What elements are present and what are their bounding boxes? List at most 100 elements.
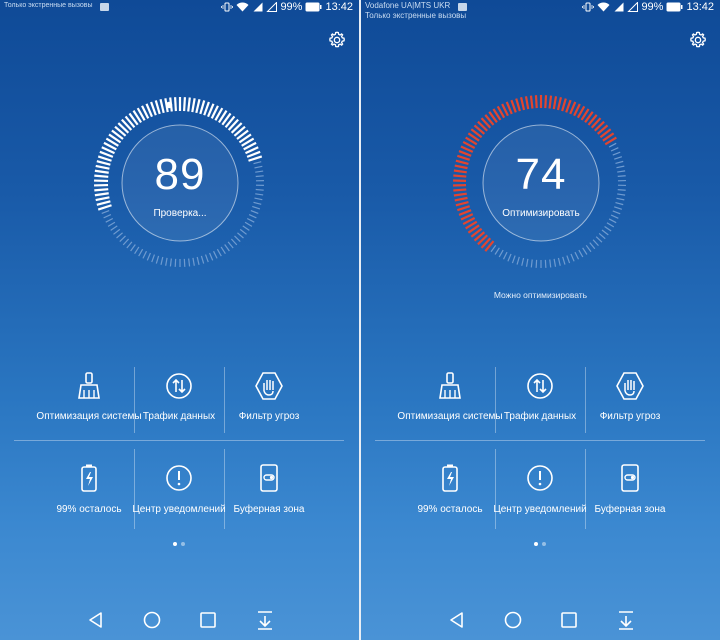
dial-tick: [113, 228, 121, 235]
vibrate-icon: [221, 2, 234, 12]
dial-tick: [122, 238, 130, 246]
page-dot[interactable]: [542, 542, 546, 546]
recents-button[interactable]: [557, 608, 581, 632]
dial-tick: [525, 258, 529, 267]
page-indicator: [173, 542, 185, 546]
score-dial[interactable]: 89 Проверка...: [85, 88, 275, 278]
dial-tick: [116, 232, 123, 239]
dial-tick: [203, 101, 210, 116]
dial-tick: [585, 244, 592, 253]
dial-tick: [188, 258, 191, 267]
dial-tick: [592, 239, 599, 247]
dial-tick: [589, 242, 596, 250]
phone-toggle-icon: [621, 464, 639, 492]
dial-tick: [212, 250, 218, 259]
recents-button[interactable]: [196, 608, 220, 632]
dial-tick: [615, 201, 624, 206]
back-triangle-icon: [450, 612, 463, 628]
dial-tick: [578, 249, 584, 258]
alert-circle-icon: [527, 465, 553, 491]
dial-tick: [200, 255, 205, 264]
page-dot[interactable]: [181, 542, 185, 546]
back-triangle-icon: [89, 612, 102, 628]
dial-tick: [598, 232, 606, 240]
dial-tick: [490, 244, 497, 253]
tools-grid: Оптимизация системы Трафик данных Фильтр…: [14, 367, 344, 539]
dial-tick: [230, 238, 238, 246]
dial-tick: [510, 99, 517, 113]
dial-tick: [548, 95, 553, 109]
battery-status-icon: [305, 2, 322, 12]
security-score: 74: [515, 150, 567, 199]
battery-icon: [442, 464, 458, 492]
dial-tick: [562, 256, 566, 265]
dial-tick: [608, 218, 617, 224]
dial-tick: [519, 97, 526, 111]
score-dial[interactable]: 74 Оптимизировать: [446, 88, 636, 278]
dial-tick: [556, 97, 563, 111]
status-bar: Только экстренные вызовы 99% 13:42: [0, 0, 359, 24]
battery-percent: 99%: [641, 1, 664, 13]
status-icons: 99% 13:42: [221, 1, 353, 13]
dial-tick: [511, 255, 516, 264]
dial-tick: [246, 217, 255, 223]
dial-tick: [107, 221, 116, 227]
dial-tick: [521, 257, 525, 266]
grid-divider: [224, 449, 225, 529]
security-score: 89: [154, 150, 206, 199]
dial-tick: [155, 255, 160, 264]
grid-divider: [134, 449, 135, 529]
notification-shade-button[interactable]: [614, 608, 638, 632]
tile-buffer-zone[interactable]: Буферная зона: [575, 367, 685, 515]
phone-screen-scanning: Только экстренные вызовы 99% 13:42 89 Пр…: [0, 0, 359, 640]
dial-tick: [530, 259, 533, 268]
phone-toggle-icon: [260, 464, 278, 492]
dial-tick: [244, 221, 253, 227]
clock: 13:42: [686, 1, 714, 13]
dial-tick: [227, 241, 234, 249]
signal-icon-secondary: [627, 2, 639, 12]
dial-tick: [138, 248, 144, 257]
dial-tick: [515, 98, 521, 112]
settings-gear-icon[interactable]: [327, 30, 347, 50]
tools-grid: Оптимизация системы Трафик данных Фильтр…: [375, 367, 705, 539]
dial-tick: [529, 95, 534, 109]
back-button[interactable]: [445, 608, 469, 632]
dial-tick: [134, 246, 140, 254]
dial-tick: [105, 217, 114, 223]
dial-tick: [502, 251, 508, 260]
page-dot-active[interactable]: [534, 542, 538, 546]
dial-tick: [534, 95, 538, 109]
dial-tick: [516, 256, 520, 265]
dial-tick: [582, 247, 588, 255]
dial-tick: [606, 222, 615, 228]
dial-tick: [242, 225, 250, 231]
dial-tick: [204, 254, 209, 263]
page-indicator: [534, 542, 546, 546]
settings-gear-icon[interactable]: [688, 30, 708, 50]
dial-tick: [191, 98, 196, 113]
dial-tick: [150, 101, 157, 116]
dial-tick: [199, 100, 206, 115]
home-button[interactable]: [501, 608, 525, 632]
alert-circle-icon: [166, 465, 192, 491]
dial-tick: [234, 235, 241, 242]
dial-tick: [151, 254, 156, 263]
dial-tick: [173, 97, 177, 112]
back-button[interactable]: [84, 608, 108, 632]
optimize-button-label[interactable]: Оптимизировать: [446, 208, 636, 219]
tile-buffer-zone[interactable]: Буферная зона: [214, 367, 324, 515]
carrier-line: Vodafone UA|MTS UKR: [365, 1, 451, 10]
carrier-line: Только экстренные вызовы: [4, 2, 93, 9]
dial-tick: [159, 98, 165, 114]
recents-square-icon: [200, 612, 216, 628]
scan-indicator-dot: [165, 101, 173, 109]
signal-icon: [253, 2, 263, 12]
dial-tick: [183, 97, 187, 112]
home-button[interactable]: [140, 608, 164, 632]
dial-tick: [126, 241, 133, 249]
notification-shade-button[interactable]: [253, 608, 277, 632]
page-dot-active[interactable]: [173, 542, 177, 546]
dial-tick: [224, 244, 230, 252]
dial-tick: [239, 228, 247, 235]
